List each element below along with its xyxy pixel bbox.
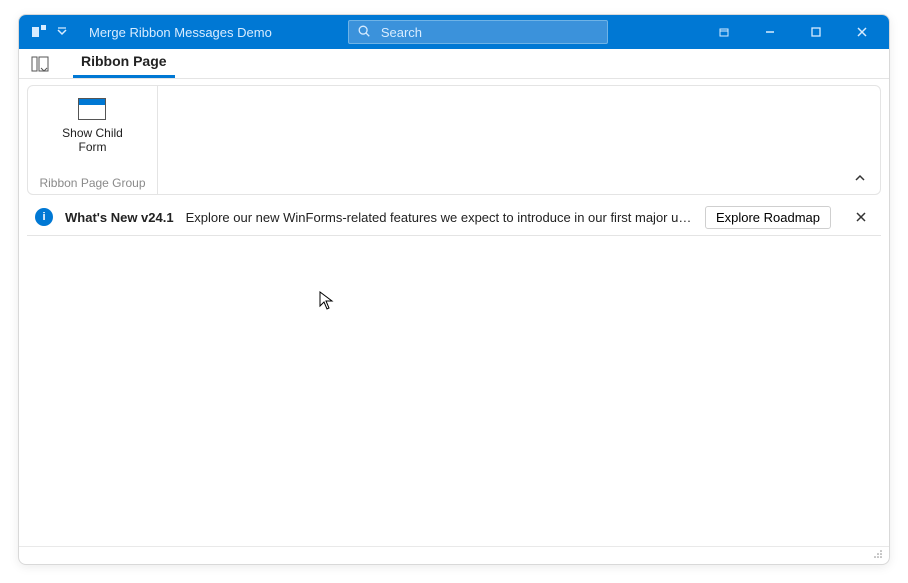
mdi-restore-button[interactable] — [701, 15, 747, 49]
ribbon-button-label: Show Child Form — [62, 126, 123, 155]
layout-toggle-button[interactable] — [27, 50, 53, 78]
search-input[interactable] — [379, 24, 599, 41]
window-controls — [701, 15, 885, 49]
mdi-client-area — [19, 236, 889, 546]
app-title: Merge Ribbon Messages Demo — [89, 25, 272, 40]
maximize-button[interactable] — [793, 15, 839, 49]
tab-ribbon-page[interactable]: Ribbon Page — [73, 49, 175, 78]
close-button[interactable] — [839, 15, 885, 49]
ribbon-collapse-button[interactable] — [850, 168, 870, 188]
show-child-form-button[interactable]: Show Child Form — [56, 94, 129, 159]
ribbon-group-caption: Ribbon Page Group — [39, 172, 145, 194]
search-icon — [357, 24, 371, 41]
resize-grip-icon[interactable] — [873, 549, 883, 562]
ribbon-panel: Show Child Form Ribbon Page Group — [27, 85, 881, 195]
ribbon-tabstrip: Ribbon Page — [19, 49, 889, 79]
ribbon-page-group: Show Child Form Ribbon Page Group — [28, 86, 158, 194]
app-window: Merge Ribbon Messages Demo — [18, 14, 890, 565]
cursor-icon — [319, 291, 335, 314]
tab-label: Ribbon Page — [81, 53, 167, 69]
minimize-button[interactable] — [747, 15, 793, 49]
search-box[interactable] — [348, 20, 608, 44]
explore-roadmap-button[interactable]: Explore Roadmap — [705, 206, 831, 229]
form-icon — [78, 98, 106, 120]
app-icon — [31, 24, 47, 40]
whats-new-infobar: i What's New v24.1 Explore our new WinFo… — [27, 199, 881, 236]
infobar-title: What's New v24.1 — [65, 210, 174, 225]
titlebar: Merge Ribbon Messages Demo — [19, 15, 889, 49]
infobar-close-button[interactable] — [849, 205, 873, 229]
statusbar — [19, 546, 889, 564]
info-icon: i — [35, 208, 53, 226]
qat-customize-button[interactable] — [55, 25, 69, 39]
infobar-text: Explore our new WinForms-related feature… — [186, 210, 693, 225]
